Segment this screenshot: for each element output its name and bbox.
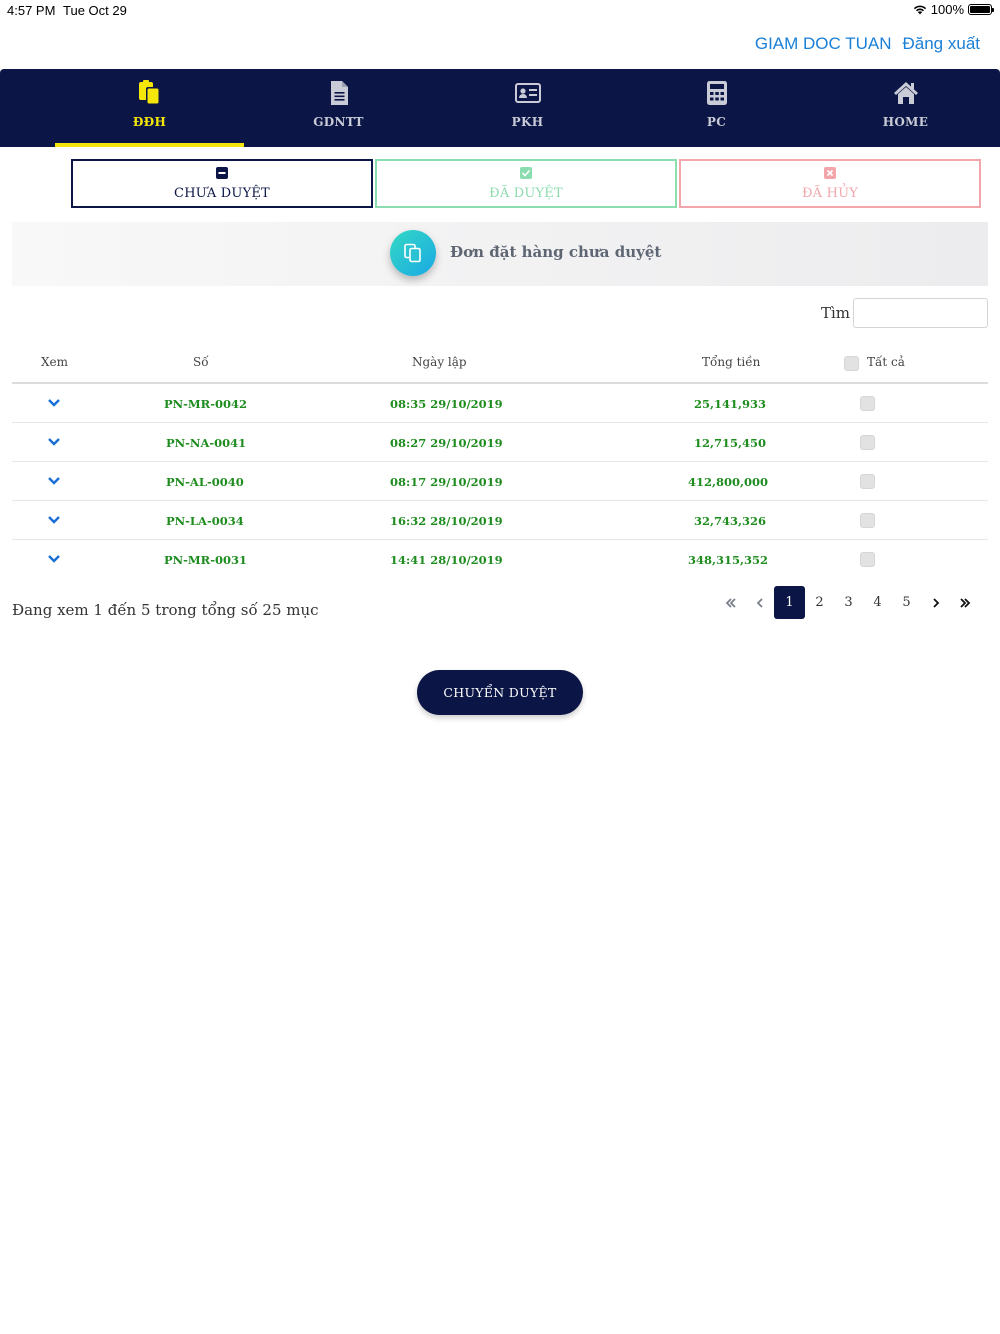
table-row: PN-LA-0034 16:32 28/10/2019 32,743,326 [12,501,988,540]
search-input[interactable] [853,298,988,328]
row-checkbox[interactable] [860,396,875,411]
page-button-4[interactable]: 4 [863,586,892,619]
tab-da-huy[interactable]: ĐÃ HỦY [679,159,981,208]
nav-item-home[interactable]: HOME [811,69,1000,147]
header-view: Xem [41,355,69,369]
page-button-2[interactable]: 2 [805,586,834,619]
page-button-1[interactable]: 1 [774,586,805,619]
nav-label-ddh: ĐĐH [132,115,167,129]
page-button-5[interactable]: 5 [892,586,921,619]
section-header: Đơn đặt hàng chưa duyệt [12,222,988,286]
row-total: 412,800,000 [688,475,769,489]
row-number: PN-LA-0034 [166,514,244,528]
header-all: Tất cả [867,355,905,369]
row-date: 08:35 29/10/2019 [390,397,503,411]
table-row: PN-MR-0031 14:41 28/10/2019 348,315,352 [12,540,988,579]
row-date: 08:27 29/10/2019 [390,436,503,450]
first-page-button[interactable] [716,586,745,619]
approve-transfer-button[interactable]: CHUYỂN DUYỆT [417,670,583,715]
tab-chua-duyet-label: CHƯA DUYỆT [174,186,270,201]
id-card-icon [514,83,541,103]
user-bar: GIAM DOC TUAN Đăng xuất [755,34,980,54]
battery-icon [968,4,994,15]
chevron-down-icon[interactable] [47,476,61,486]
nav-item-gdntt[interactable]: GDNTT [244,69,433,147]
orders-table: Xem Số Ngày lập Tổng tiền Tất cả PN-MR-0… [12,344,988,579]
tab-da-huy-label: ĐÃ HỦY [801,186,859,201]
row-number: PN-NA-0041 [166,436,247,450]
nav-item-pkh[interactable]: PKH [433,69,622,147]
last-page-button[interactable] [950,586,979,619]
double-chevron-left-icon [725,597,736,608]
nav-label-home: HOME [882,115,929,129]
nav-label-pc: PC [706,115,727,129]
logout-link[interactable]: Đăng xuất [903,34,981,54]
row-checkbox[interactable] [860,435,875,450]
x-square-icon [824,167,836,179]
table-row: PN-MR-0042 08:35 29/10/2019 25,141,933 [12,384,988,423]
select-all-checkbox[interactable] [844,356,859,371]
row-number: PN-AL-0040 [166,475,244,489]
user-name-link[interactable]: GIAM DOC TUAN [755,34,892,54]
check-square-icon [520,167,532,179]
section-badge [390,230,436,276]
home-icon [893,82,918,104]
status-right: 100% [913,2,994,17]
status-time: 4:57 PM [7,3,56,18]
row-date: 08:17 29/10/2019 [390,475,503,489]
header-date: Ngày lập [412,355,467,369]
copy-icon [404,243,421,263]
document-icon [330,81,348,105]
minus-square-icon [216,167,228,179]
table-row: PN-NA-0041 08:27 29/10/2019 12,715,450 [12,423,988,462]
row-total: 348,315,352 [688,553,769,567]
row-number: PN-MR-0031 [164,553,247,567]
header-total: Tổng tiền [702,355,761,369]
battery-percent: 100% [930,2,964,17]
search-label: Tìm [821,304,851,322]
main-nav: ĐĐH GDNTT PKH PC HOME [0,69,1000,147]
header-number: Số [193,355,209,369]
tab-da-duyet[interactable]: ĐÃ DUYỆT [375,159,677,208]
row-total: 32,743,326 [694,514,767,528]
status-tabs: CHƯA DUYỆT ĐÃ DUYỆT ĐÃ HỦY [71,159,984,209]
table-header: Xem Số Ngày lập Tổng tiền Tất cả [12,344,988,384]
table-row: PN-AL-0040 08:17 29/10/2019 412,800,000 [12,462,988,501]
row-date: 14:41 28/10/2019 [390,553,503,567]
row-total: 12,715,450 [694,436,767,450]
nav-item-ddh[interactable]: ĐĐH [55,69,244,147]
table-summary: Đang xem 1 đến 5 trong tổng số 25 mục [12,601,319,619]
tab-chua-duyet[interactable]: CHƯA DUYỆT [71,159,373,208]
chevron-right-icon [932,597,939,608]
row-total: 25,141,933 [694,397,767,411]
tab-da-duyet-label: ĐÃ DUYỆT [489,186,563,201]
chevron-down-icon[interactable] [47,515,61,525]
status-bar: 4:57 PM Tue Oct 29 100% [0,0,1000,22]
wifi-icon [913,5,926,15]
chevron-down-icon[interactable] [47,437,61,447]
nav-label-pkh: PKH [511,115,544,129]
chevron-down-icon[interactable] [47,554,61,564]
prev-page-button[interactable] [745,586,774,619]
section-title: Đơn đặt hàng chưa duyệt [450,243,662,261]
status-date: Tue Oct 29 [63,3,127,18]
chevron-left-icon [756,597,763,608]
chevron-down-icon[interactable] [47,398,61,408]
row-date: 16:32 28/10/2019 [390,514,503,528]
nav-item-pc[interactable]: PC [622,69,811,147]
page-button-3[interactable]: 3 [834,586,863,619]
row-number: PN-MR-0042 [164,397,247,411]
nav-label-gdntt: GDNTT [313,115,364,129]
clipboard-copy-icon [138,80,160,105]
row-checkbox[interactable] [860,474,875,489]
pagination: 1 2 3 4 5 [716,586,979,619]
next-page-button[interactable] [921,586,950,619]
row-checkbox[interactable] [860,552,875,567]
calculator-icon [706,81,727,105]
double-chevron-right-icon [959,597,970,608]
row-checkbox[interactable] [860,513,875,528]
